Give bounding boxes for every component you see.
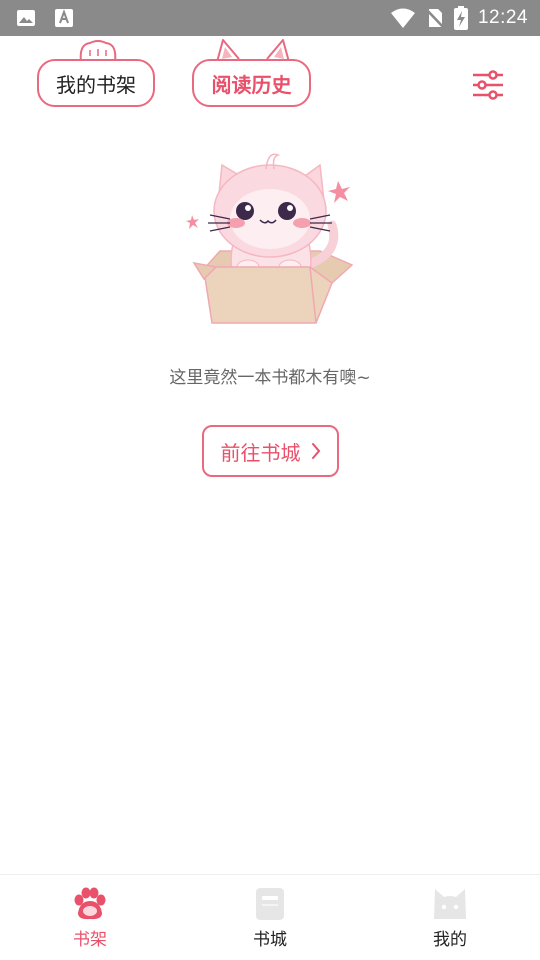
- battery-charging-icon: [453, 6, 468, 30]
- tab-my-bookshelf-label: 我的书架: [56, 72, 136, 97]
- tab-reading-history-label: 阅读历史: [211, 72, 292, 97]
- nav-label-bookshelf: 书架: [73, 930, 107, 950]
- no-sim-icon: [425, 8, 444, 29]
- tab-my-bookshelf[interactable]: 我的书架: [37, 59, 155, 107]
- image-icon: [17, 10, 35, 26]
- tab-reading-history[interactable]: 阅读历史: [192, 59, 311, 107]
- go-to-bookstore-label: 前往书城: [220, 440, 301, 465]
- nav-label-mine: 我的: [433, 930, 467, 950]
- nav-item-mine[interactable]: 我的: [360, 875, 540, 960]
- sliders-icon[interactable]: [470, 68, 506, 102]
- status-time: 12:24: [477, 7, 528, 28]
- cat-face-icon: [434, 889, 466, 919]
- go-to-bookstore-button[interactable]: 前往书城: [202, 425, 339, 477]
- status-bar: 12:24: [0, 0, 540, 36]
- nav-item-bookstore[interactable]: 书城: [180, 875, 360, 960]
- nav-label-bookstore: 书城: [253, 930, 287, 950]
- empty-message: 这里竟然一本书都木有噢~: [169, 368, 371, 388]
- cat-in-box-illustration: [186, 153, 354, 324]
- paw-icon: [74, 887, 106, 920]
- nav-item-bookshelf[interactable]: 书架: [0, 875, 180, 960]
- bottom-nav: 书架 书城 我的: [0, 874, 540, 960]
- book-icon: [256, 888, 284, 920]
- text-a-icon: [55, 9, 73, 27]
- wifi-icon: [390, 8, 415, 28]
- chevron-right-icon: [311, 443, 320, 459]
